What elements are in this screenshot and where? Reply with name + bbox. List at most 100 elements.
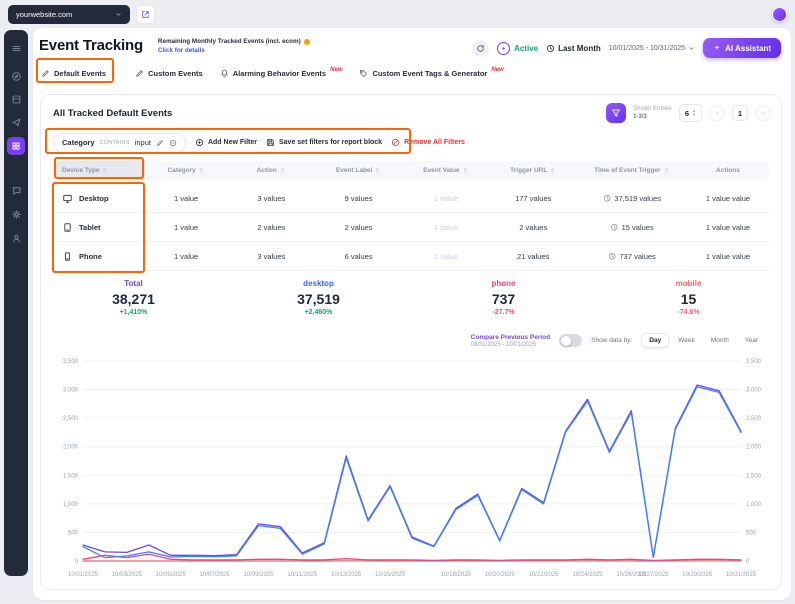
sidebar-item-compass[interactable]: [4, 67, 28, 85]
granularity-option-year[interactable]: Year: [738, 334, 765, 347]
device-cell: Tablet: [53, 222, 145, 233]
action-cell: 3 values: [257, 193, 286, 203]
current-page[interactable]: 1: [732, 105, 748, 121]
tracking-status[interactable]: Active: [497, 41, 538, 55]
tab-alarming-behavior-events[interactable]: Alarming Behavior Events New: [220, 67, 343, 78]
shown-entries-value: 1-3/3: [633, 114, 647, 120]
sidebar-item-grid[interactable]: [7, 137, 25, 155]
time-of-event-cell: 737 values: [577, 252, 687, 261]
add-filter-button[interactable]: Add New Filter: [195, 138, 257, 147]
svg-text:1,500: 1,500: [746, 473, 762, 479]
plus-circle-icon: [195, 138, 204, 147]
share-icon: [141, 10, 150, 19]
column-header-device-type[interactable]: Device Type: [53, 161, 145, 180]
event-label-cell: 9 values: [344, 193, 373, 203]
column-header-event-label[interactable]: Event Label: [315, 167, 402, 174]
toggle-knob: [560, 335, 571, 346]
device-cell: Phone: [53, 251, 145, 262]
filter-operator: CONTAINS: [99, 139, 130, 146]
category-cell: 1 value: [174, 251, 199, 261]
svg-text:10/29/2025: 10/29/2025: [682, 572, 713, 578]
table-row-tablet[interactable]: Tablet 1 value 2 values 2 values 1 value 2 va…: [53, 213, 769, 242]
sort-icon[interactable]: [101, 167, 108, 174]
remove-filter-icon[interactable]: [169, 139, 177, 147]
compare-range: 08/31/2025 - 10/01/2025: [470, 341, 537, 348]
tab-default-events[interactable]: Default Events: [41, 69, 118, 78]
remove-all-filters-button[interactable]: Remove All Filters: [391, 138, 465, 147]
sidebar-item-gear[interactable]: [4, 205, 28, 223]
svg-text:10/01/2025: 10/01/2025: [68, 572, 99, 578]
prev-page-button[interactable]: [709, 105, 725, 121]
svg-text:2,000: 2,000: [63, 445, 79, 451]
events-table: Device Type Category Action Event Label Even…: [53, 161, 769, 271]
sort-icon[interactable]: [198, 167, 205, 174]
trigger-url-cell: 2 values: [519, 222, 548, 232]
column-header-action[interactable]: Action: [228, 167, 315, 174]
main-panel: Event Tracking Remaining Monthly Tracked…: [33, 28, 791, 600]
funnel-icon: [611, 108, 621, 118]
details-link[interactable]: Click for details: [158, 47, 310, 54]
refresh-button[interactable]: [472, 39, 490, 57]
bell-icon: [220, 69, 229, 78]
send-icon: [11, 117, 22, 128]
table-row-phone[interactable]: Phone 1 value 3 values 6 values 1 value 21 va…: [53, 242, 769, 271]
svg-text:10/13/2025: 10/13/2025: [331, 572, 362, 578]
svg-text:3,000: 3,000: [63, 388, 79, 394]
time-of-event-cell: 15 values: [577, 223, 687, 232]
sort-icon[interactable]: [663, 167, 670, 174]
new-badge: New: [330, 67, 343, 73]
site-selector[interactable]: yourwebsite.com: [8, 4, 130, 24]
table-header: Device Type Category Action Event Label Even…: [53, 161, 769, 180]
sidebar-item-send[interactable]: [4, 113, 28, 131]
sidebar-item-chat[interactable]: [4, 181, 28, 199]
chart-controls: Compare Previous Period 08/31/2025 - 10/…: [471, 333, 765, 348]
sort-icon[interactable]: [279, 167, 286, 174]
stat-label: phone: [491, 279, 516, 288]
svg-text:10/05/2025: 10/05/2025: [156, 572, 187, 578]
ai-assistant-button[interactable]: AI Assistant: [703, 38, 781, 58]
avatar[interactable]: [772, 6, 787, 22]
column-header-trigger-url[interactable]: Trigger URL: [490, 167, 577, 174]
sort-icon[interactable]: [549, 167, 556, 174]
table-row-desktop[interactable]: Desktop 1 value 3 values 9 values 1 value 177…: [53, 184, 769, 213]
period-selector[interactable]: Last Month: [546, 44, 601, 53]
per-page-selector[interactable]: 6 ▲ ▼: [678, 104, 702, 122]
sidebar-item-user[interactable]: [4, 229, 28, 247]
compare-toggle[interactable]: [559, 334, 583, 347]
event-label-cell: 2 values: [344, 222, 373, 232]
svg-text:10/03/2025: 10/03/2025: [112, 572, 143, 578]
filter-chip[interactable]: Category CONTAINS input: [53, 132, 186, 153]
stat-label: mobile: [675, 279, 702, 288]
tab-label: Custom Events: [148, 68, 203, 78]
svg-text:10/11/2025: 10/11/2025: [288, 572, 318, 578]
granularity-options: Day Week Month Year: [641, 333, 765, 348]
column-header-time-of-event-trigger[interactable]: Time of Event Trigger: [577, 167, 687, 174]
svg-text:2,500: 2,500: [63, 416, 79, 422]
date-range-selector[interactable]: 10/01/2025 - 10/31/2025: [609, 45, 695, 52]
tab-custom-event-tags-generator[interactable]: Custom Event Tags & Generator New: [359, 67, 504, 78]
svg-text:0: 0: [746, 559, 750, 565]
header-actions: Active Last Month 10/01/2025 - 10/31/202…: [472, 38, 781, 58]
column-header-category[interactable]: Category: [145, 167, 228, 174]
share-button[interactable]: [136, 4, 155, 24]
filter-field: Category: [62, 138, 95, 147]
next-page-button[interactable]: [755, 105, 771, 121]
sidebar: [4, 30, 28, 576]
dots-vertical-icon[interactable]: [110, 69, 118, 77]
sort-icon[interactable]: [462, 167, 469, 174]
column-header-event-value[interactable]: Event Value: [402, 167, 489, 174]
save-filters-button[interactable]: Save set filters for report block: [266, 138, 382, 147]
filter-button[interactable]: [606, 103, 627, 123]
sort-icon[interactable]: [374, 167, 381, 174]
svg-text:0: 0: [75, 559, 79, 565]
tab-custom-events[interactable]: Custom Events: [135, 69, 203, 78]
granularity-option-day[interactable]: Day: [641, 333, 670, 348]
sidebar-item-box[interactable]: [4, 90, 28, 108]
sidebar-item-menu[interactable]: [4, 39, 28, 57]
warning-icon: [303, 38, 310, 45]
granularity-option-week[interactable]: Week: [671, 334, 702, 347]
granularity-option-month[interactable]: Month: [704, 334, 736, 347]
pencil-icon[interactable]: [156, 139, 164, 147]
topbar: yourwebsite.com: [8, 4, 787, 24]
card-header: All Tracked Default Events Shown Entries…: [53, 101, 771, 125]
